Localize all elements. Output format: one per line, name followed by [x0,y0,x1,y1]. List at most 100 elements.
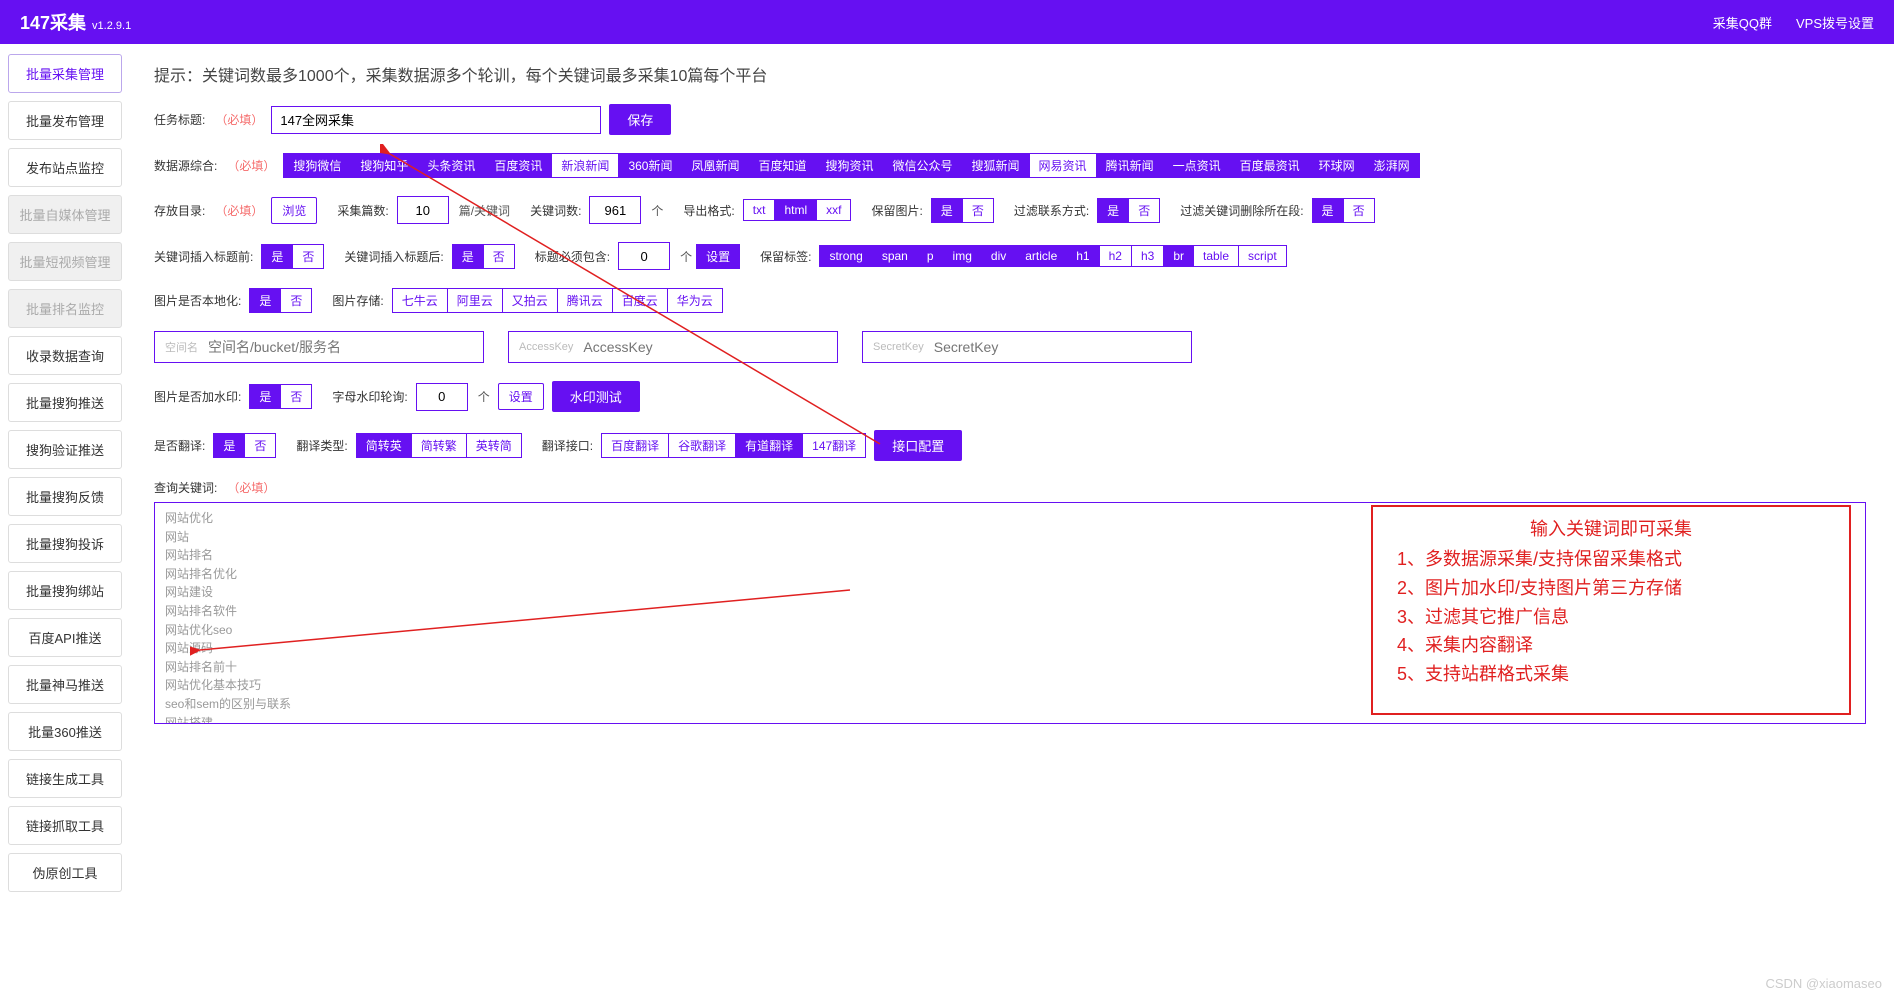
filter-contact-1[interactable]: 否 [1129,198,1160,223]
input-collect-count[interactable] [397,196,449,224]
source-tag-15[interactable]: 环球网 [1310,153,1365,178]
sidebar-item-10[interactable]: 批量搜狗投诉 [8,524,122,563]
sidebar-item-11[interactable]: 批量搜狗绑站 [8,571,122,610]
insert-after-0[interactable]: 是 [452,244,484,269]
img-local-1[interactable]: 否 [281,288,312,313]
sidebar-item-6[interactable]: 收录数据查询 [8,336,122,375]
row-insert: 关键词插入标题前: 是否 关键词插入标题后: 是否 标题必须包含: 个 设置 保… [154,242,1870,270]
sidebar-item-2[interactable]: 发布站点监控 [8,148,122,187]
api-config-button[interactable]: 接口配置 [874,430,962,461]
watermark-text: CSDN @xiaomaseo [1765,976,1882,991]
keep-tag-7[interactable]: h2 [1100,245,1132,267]
tr-api-1[interactable]: 谷歌翻译 [669,433,736,458]
img-local-0[interactable]: 是 [249,288,281,313]
source-tag-5[interactable]: 360新闻 [619,153,682,178]
source-tag-13[interactable]: 一点资讯 [1164,153,1231,178]
source-tag-3[interactable]: 百度资讯 [485,153,552,178]
input-secret-key[interactable] [934,339,1191,355]
sidebar-item-12[interactable]: 百度API推送 [8,618,122,657]
sidebar-item-8[interactable]: 搜狗验证推送 [8,430,122,469]
img-store-5[interactable]: 华为云 [668,288,723,313]
tr-opt-0[interactable]: 是 [213,433,245,458]
sidebar-item-0[interactable]: 批量采集管理 [8,54,122,93]
source-tag-10[interactable]: 搜狐新闻 [963,153,1030,178]
tr-type-0[interactable]: 简转英 [356,433,412,458]
export-fmt-2[interactable]: xxf [817,199,851,221]
wm-opt-1[interactable]: 否 [281,384,312,409]
browse-button[interactable]: 浏览 [271,197,317,224]
tip-text: 提示：关键词数最多1000个，采集数据源多个轮训，每个关键词最多采集10篇每个平… [154,62,1870,86]
filter-kw-line-0[interactable]: 是 [1312,198,1344,223]
save-button[interactable]: 保存 [609,104,671,135]
source-tag-6[interactable]: 凤凰新闻 [682,153,749,178]
img-store-1[interactable]: 阿里云 [448,288,503,313]
wm-test-button[interactable]: 水印测试 [552,381,640,412]
source-tag-12[interactable]: 腾讯新闻 [1097,153,1164,178]
input-space-name[interactable] [208,339,483,355]
sidebar-item-16[interactable]: 链接抓取工具 [8,806,122,845]
keep-tag-9[interactable]: br [1164,245,1194,267]
wm-setting-button[interactable]: 设置 [498,383,544,410]
keywords-textarea[interactable] [155,503,1865,723]
insert-after-1[interactable]: 否 [484,244,515,269]
keep-img-0[interactable]: 是 [931,198,963,223]
tr-api-0[interactable]: 百度翻译 [601,433,669,458]
link-qq-group[interactable]: 采集QQ群 [1713,13,1772,32]
sidebar-item-15[interactable]: 链接生成工具 [8,759,122,798]
sidebar-item-7[interactable]: 批量搜狗推送 [8,383,122,422]
img-store-4[interactable]: 百度云 [613,288,668,313]
filter-contact-0[interactable]: 是 [1097,198,1129,223]
source-tag-11[interactable]: 网易资讯 [1030,153,1097,178]
keep-tag-1[interactable]: span [873,245,918,267]
filter-kw-line-tags: 是否 [1312,198,1375,223]
keep-img-1[interactable]: 否 [963,198,994,223]
sidebar-item-13[interactable]: 批量神马推送 [8,665,122,704]
input-access-key[interactable] [583,339,837,355]
img-store-0[interactable]: 七牛云 [392,288,448,313]
sidebar-item-9[interactable]: 批量搜狗反馈 [8,477,122,516]
img-store-2[interactable]: 又拍云 [503,288,558,313]
insert-before-1[interactable]: 否 [293,244,324,269]
source-tag-8[interactable]: 搜狗资讯 [817,153,884,178]
unit-must: 个 [680,248,692,265]
tr-type-2[interactable]: 英转简 [467,433,522,458]
tr-type-1[interactable]: 简转繁 [412,433,467,458]
keep-tag-8[interactable]: h3 [1132,245,1164,267]
sidebar-item-14[interactable]: 批量360推送 [8,712,122,751]
keep-tag-5[interactable]: article [1016,245,1067,267]
source-tag-9[interactable]: 微信公众号 [884,153,963,178]
input-keyword-count[interactable] [589,196,641,224]
wm-opt-0[interactable]: 是 [249,384,281,409]
input-task-title[interactable] [271,106,601,134]
keep-tag-3[interactable]: img [944,245,982,267]
source-tag-2[interactable]: 头条资讯 [418,153,485,178]
source-tag-0[interactable]: 搜狗微信 [283,153,351,178]
source-tag-7[interactable]: 百度知道 [749,153,816,178]
keep-tag-0[interactable]: strong [819,245,872,267]
tr-opt-1[interactable]: 否 [245,433,276,458]
link-vps-settings[interactable]: VPS拨号设置 [1796,13,1874,32]
keep-tag-4[interactable]: div [982,245,1016,267]
export-fmt-0[interactable]: txt [743,199,776,221]
keep-tag-2[interactable]: p [918,245,944,267]
source-tag-16[interactable]: 澎湃网 [1365,153,1420,178]
img-store-3[interactable]: 腾讯云 [558,288,613,313]
filter-kw-line-1[interactable]: 否 [1344,198,1375,223]
keep-tag-11[interactable]: script [1239,245,1287,267]
keep-tag-10[interactable]: table [1194,245,1239,267]
tr-api-2[interactable]: 有道翻译 [736,433,803,458]
insert-before-0[interactable]: 是 [261,244,293,269]
sidebar-item-17[interactable]: 伪原创工具 [8,853,122,892]
source-tag-14[interactable]: 百度最资讯 [1231,153,1310,178]
label-export-format: 导出格式: [683,202,734,219]
setting-must-button[interactable]: 设置 [696,244,740,269]
export-fmt-1[interactable]: html [775,199,817,221]
unit-wm-interval: 个 [478,388,490,405]
input-wm-interval[interactable] [416,383,468,411]
source-tag-1[interactable]: 搜狗知乎 [351,153,418,178]
tr-api-3[interactable]: 147翻译 [803,433,866,458]
sidebar-item-1[interactable]: 批量发布管理 [8,101,122,140]
keep-tag-6[interactable]: h1 [1067,245,1099,267]
source-tag-4[interactable]: 新浪新闻 [552,153,619,178]
input-must-count[interactable] [618,242,670,270]
